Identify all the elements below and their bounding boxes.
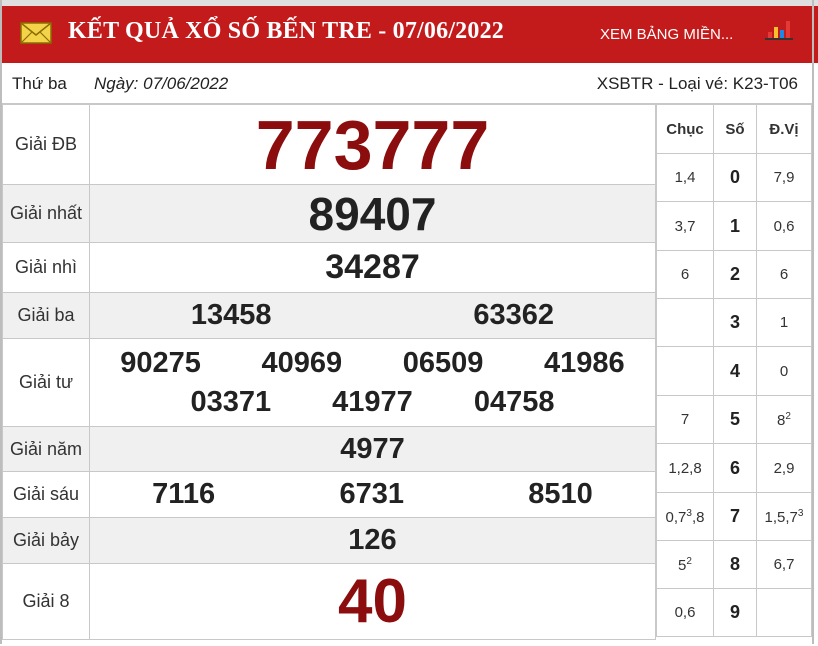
page-frame xyxy=(0,0,814,644)
